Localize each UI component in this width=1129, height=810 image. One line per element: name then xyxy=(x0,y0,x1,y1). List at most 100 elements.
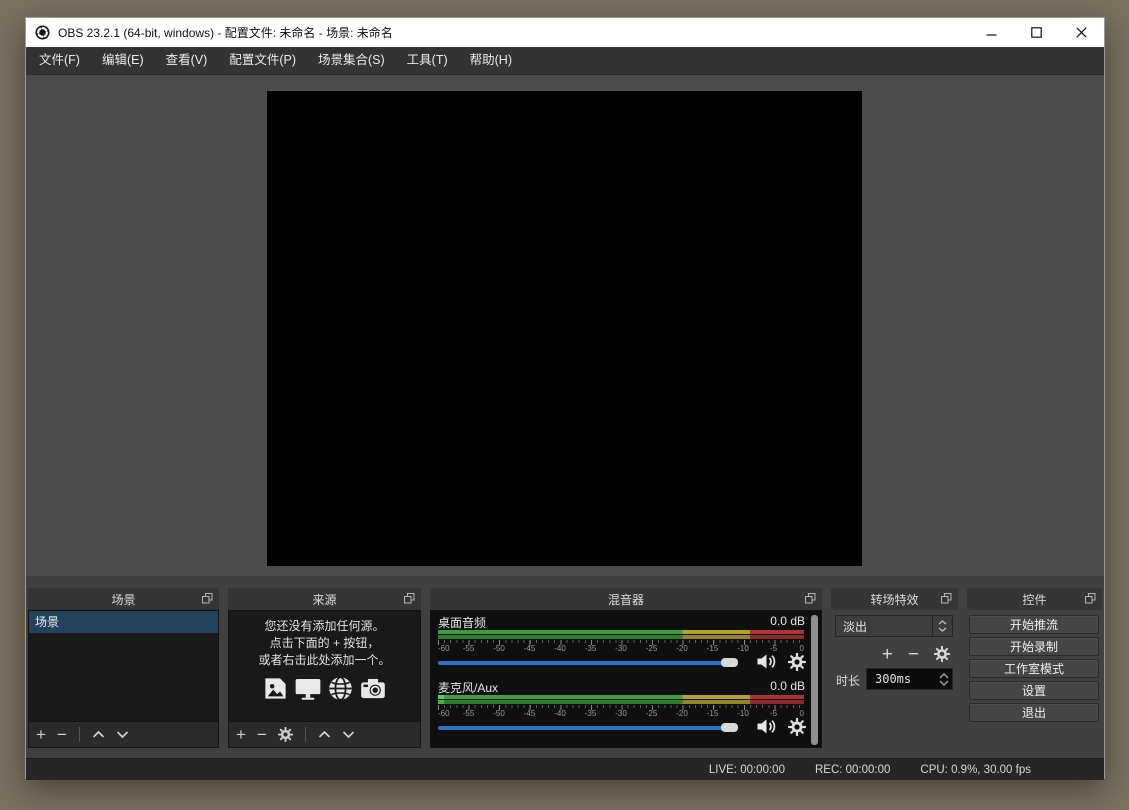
remove-transition-button[interactable]: − xyxy=(908,646,919,663)
volume-slider-track[interactable] xyxy=(438,726,726,730)
remove-scene-button[interactable]: − xyxy=(57,726,67,743)
chevron-up-icon xyxy=(938,620,947,625)
obs-main-window: OBS 23.2.1 (64-bit, windows) - 配置文件: 未命名… xyxy=(25,17,1105,779)
menu-profile[interactable]: 配置文件(P) xyxy=(218,47,307,74)
transition-select[interactable]: 淡出 xyxy=(835,615,953,637)
volume-slider-handle[interactable] xyxy=(721,658,738,667)
settings-button[interactable]: 设置 xyxy=(969,681,1099,700)
title-bar[interactable]: OBS 23.2.1 (64-bit, windows) - 配置文件: 未命名… xyxy=(26,18,1104,47)
transition-properties-gear-icon[interactable] xyxy=(934,646,950,662)
mixer-panel: 混音器 桌面音频 0.0 dB -60-55-50-45-40-35-30-25… xyxy=(430,588,822,748)
chevron-down-icon xyxy=(939,680,949,686)
close-icon xyxy=(1076,27,1087,38)
transition-selected-value: 淡出 xyxy=(836,618,932,635)
dock-float-icon[interactable] xyxy=(941,593,952,604)
mixer-panel-header[interactable]: 混音器 xyxy=(430,588,822,610)
program-canvas[interactable] xyxy=(267,91,862,566)
menu-edit[interactable]: 编辑(E) xyxy=(91,47,155,74)
meter-tick-label: -15 xyxy=(707,709,719,718)
scenes-panel-header[interactable]: 场景 xyxy=(28,588,219,610)
controls-panel-title: 控件 xyxy=(1022,591,1046,608)
add-scene-button[interactable]: + xyxy=(36,726,46,743)
sources-panel-header[interactable]: 来源 xyxy=(228,588,421,610)
meter-tick-label: -50 xyxy=(493,709,505,718)
hint-line-3: 或者右击此处添加一个。 xyxy=(229,652,420,669)
minimize-button[interactable] xyxy=(969,18,1014,47)
meter-tick-label: -20 xyxy=(676,644,688,653)
meter-scale: -60-55-50-45-40-35-30-25-20-15-10-50 xyxy=(438,640,804,650)
duration-spinner[interactable] xyxy=(935,669,952,689)
sources-empty-hint[interactable]: 您还没有添加任何源。 点击下面的 + 按钮， 或者右击此处添加一个。 xyxy=(228,610,421,722)
meter-tick-label: -45 xyxy=(524,644,536,653)
dock-float-icon[interactable] xyxy=(404,593,415,604)
rec-time: REC: 00:00:00 xyxy=(815,764,890,776)
meter-tick-label: -60 xyxy=(438,644,450,653)
scene-up-button[interactable] xyxy=(92,730,105,739)
transition-select-spinner[interactable] xyxy=(932,616,952,636)
sources-panel-title: 来源 xyxy=(312,591,336,608)
menu-tools[interactable]: 工具(T) xyxy=(396,47,459,74)
meter-tick-label: -55 xyxy=(463,709,475,718)
menu-help[interactable]: 帮助(H) xyxy=(459,47,523,74)
meter-tick-label: 0 xyxy=(800,709,804,718)
browser-source-icon xyxy=(327,675,354,702)
meter-tick-label: -5 xyxy=(770,709,777,718)
volume-slider-track[interactable] xyxy=(438,661,726,665)
channel-settings-gear-icon[interactable] xyxy=(788,653,806,671)
mute-speaker-icon[interactable] xyxy=(756,653,778,670)
cpu-fps: CPU: 0.9%, 30.00 fps xyxy=(920,764,1031,776)
exit-button[interactable]: 退出 xyxy=(969,703,1099,722)
transitions-panel-header[interactable]: 转场特效 xyxy=(831,588,958,610)
duration-label: 时长 xyxy=(836,672,860,689)
toolbar-divider xyxy=(79,727,80,742)
menu-scene-collection[interactable]: 场景集合(S) xyxy=(307,47,396,74)
mixer-scrollbar[interactable] xyxy=(811,615,818,745)
meter-tick-label: -40 xyxy=(554,644,566,653)
live-time: LIVE: 00:00:00 xyxy=(709,764,785,776)
source-type-icons xyxy=(229,675,420,702)
volume-slider[interactable] xyxy=(438,723,738,733)
maximize-button[interactable] xyxy=(1014,18,1059,47)
menu-view[interactable]: 查看(V) xyxy=(155,47,219,74)
controls-panel-header[interactable]: 控件 xyxy=(967,588,1102,610)
preview-area[interactable] xyxy=(26,74,1104,576)
dock-float-icon[interactable] xyxy=(1085,593,1096,604)
source-properties-gear-icon[interactable] xyxy=(278,727,293,742)
display-source-icon xyxy=(294,675,322,702)
volume-slider-handle[interactable] xyxy=(721,723,738,732)
start-recording-button[interactable]: 开始录制 xyxy=(969,637,1099,656)
volume-slider[interactable] xyxy=(438,658,738,668)
meter-tick-label: -30 xyxy=(615,709,627,718)
scenes-panel: 场景 场景 + − xyxy=(28,588,219,748)
add-source-button[interactable]: + xyxy=(236,726,246,743)
close-button[interactable] xyxy=(1059,18,1104,47)
remove-source-button[interactable]: − xyxy=(257,726,267,743)
controls-panel: 控件 开始推流 开始录制 工作室模式 设置 退出 xyxy=(967,588,1102,748)
source-up-button[interactable] xyxy=(318,730,331,739)
image-source-icon xyxy=(262,675,289,702)
studio-mode-button[interactable]: 工作室模式 xyxy=(969,659,1099,678)
add-transition-button[interactable]: + xyxy=(882,646,893,663)
menu-file[interactable]: 文件(F) xyxy=(28,47,91,74)
maximize-icon xyxy=(1031,27,1042,38)
meter-tick-label: -30 xyxy=(615,644,627,653)
meter-tick-label: -45 xyxy=(524,709,536,718)
scene-down-button[interactable] xyxy=(116,730,129,739)
meter-tick-label: -60 xyxy=(438,709,450,718)
volume-meter xyxy=(438,695,804,704)
source-down-button[interactable] xyxy=(342,730,355,739)
meter-tick-label: -25 xyxy=(646,644,658,653)
meter-tick-label: -20 xyxy=(676,709,688,718)
scene-list-item[interactable]: 场景 xyxy=(29,611,218,633)
channel-settings-gear-icon[interactable] xyxy=(788,718,806,736)
scenes-list[interactable]: 场景 xyxy=(28,610,219,722)
mute-speaker-icon[interactable] xyxy=(756,718,778,735)
transition-toolbar: + − xyxy=(882,643,950,665)
duration-input[interactable]: 300ms xyxy=(866,668,953,690)
start-streaming-button[interactable]: 开始推流 xyxy=(969,615,1099,634)
dock-float-icon[interactable] xyxy=(202,593,213,604)
dock-float-icon[interactable] xyxy=(805,593,816,604)
status-bar: LIVE: 00:00:00 REC: 00:00:00 CPU: 0.9%, … xyxy=(26,758,1104,780)
mixer-panel-title: 混音器 xyxy=(608,591,644,608)
duration-value: 300ms xyxy=(867,672,935,686)
